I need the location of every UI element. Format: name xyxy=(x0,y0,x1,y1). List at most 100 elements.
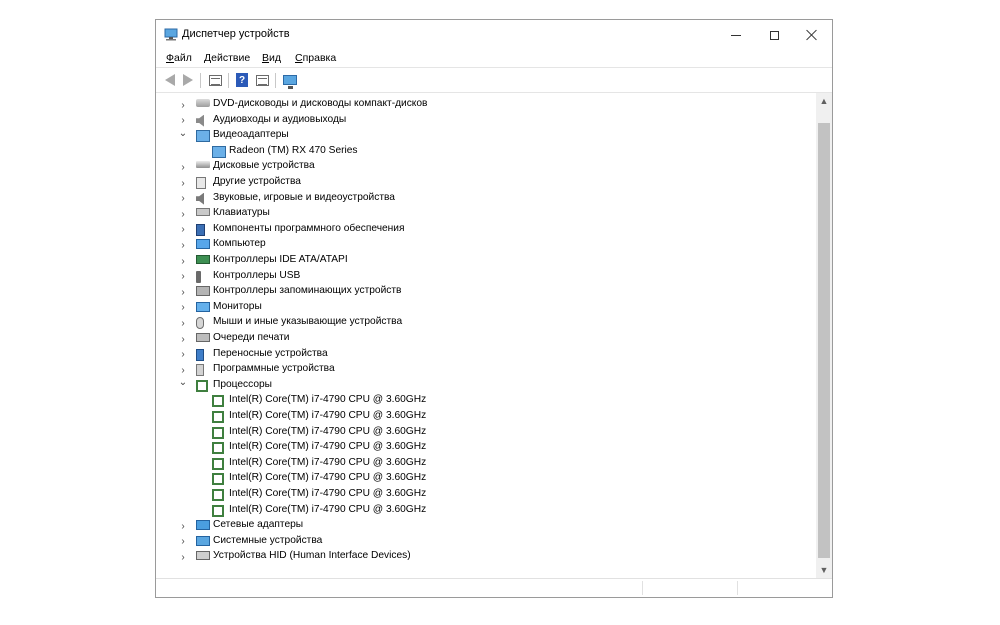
expand-chevron-icon[interactable]: › xyxy=(178,349,188,360)
scroll-up-icon[interactable]: ▲ xyxy=(816,93,832,109)
device-manager-icon xyxy=(164,28,178,41)
audio-io-icon xyxy=(196,114,204,127)
tree-category[interactable]: › Компоненты программного обеспечения xyxy=(156,222,816,238)
tree-item-label: Программные устройства xyxy=(213,363,335,375)
tree-category[interactable]: › Контроллеры IDE ATA/ATAPI xyxy=(156,253,816,269)
tree-category[interactable]: › Звуковые, игровые и видеоустройства xyxy=(156,191,816,207)
expand-chevron-icon[interactable]: › xyxy=(178,256,188,267)
keyboard-icon xyxy=(196,208,210,217)
expand-chevron-icon[interactable]: › xyxy=(178,521,188,532)
status-divider xyxy=(737,581,738,595)
forward-button[interactable] xyxy=(178,71,198,89)
tree-device[interactable]: Intel(R) Core(TM) i7-4790 CPU @ 3.60GHz xyxy=(156,393,816,409)
scroll-down-icon[interactable]: ▼ xyxy=(816,562,832,578)
tree-device[interactable]: Intel(R) Core(TM) i7-4790 CPU @ 3.60GHz xyxy=(156,409,816,425)
ide-controller-icon xyxy=(196,255,210,264)
collapse-chevron-icon[interactable]: ⌄ xyxy=(178,377,188,388)
properties-button[interactable] xyxy=(205,71,225,89)
tree-category[interactable]: › Системные устройства xyxy=(156,534,816,550)
expand-chevron-icon[interactable]: › xyxy=(178,224,188,235)
tree-device[interactable]: Intel(R) Core(TM) i7-4790 CPU @ 3.60GHz xyxy=(156,487,816,503)
tree-category[interactable]: › Программные устройства xyxy=(156,362,816,378)
processor-icon xyxy=(212,442,224,455)
menu-help[interactable]: Справка xyxy=(295,52,336,64)
tree-item-label: Intel(R) Core(TM) i7-4790 CPU @ 3.60GHz xyxy=(229,425,427,437)
mouse-icon xyxy=(196,317,204,330)
expand-chevron-icon[interactable]: › xyxy=(178,162,188,173)
tree-category[interactable]: › Контроллеры запоминающих устройств xyxy=(156,284,816,300)
expand-chevron-icon[interactable]: › xyxy=(178,115,188,126)
tree-category[interactable]: › Другие устройства xyxy=(156,175,816,191)
window-title: Диспетчер устройств xyxy=(182,28,290,40)
dvd-drive-icon xyxy=(196,99,210,107)
toolbar: ? xyxy=(156,67,832,93)
tree-item-label: Компоненты программного обеспечения xyxy=(213,222,405,234)
tree-category[interactable]: › Сетевые адаптеры xyxy=(156,518,816,534)
vertical-scrollbar[interactable]: ▲ ▼ xyxy=(816,93,832,578)
tree-item-label: Очереди печати xyxy=(213,332,290,343)
tree-category[interactable]: ⌄ Видеоадаптеры xyxy=(156,128,816,144)
device-tree: › DVD-дисководы и дисководы компакт-диско… xyxy=(156,93,816,578)
forward-icon xyxy=(183,74,193,86)
expand-chevron-icon[interactable]: › xyxy=(178,536,188,547)
tree-category[interactable]: › Мониторы xyxy=(156,300,816,316)
tree-category[interactable]: › Компьютер xyxy=(156,237,816,253)
scrollbar-thumb[interactable] xyxy=(818,123,830,558)
close-button[interactable] xyxy=(792,20,832,50)
scan-hardware-button[interactable] xyxy=(280,71,300,89)
tree-device[interactable]: Intel(R) Core(TM) i7-4790 CPU @ 3.60GHz xyxy=(156,471,816,487)
show-hidden-button[interactable] xyxy=(252,71,272,89)
menu-file[interactable]: Файл xyxy=(166,52,192,64)
expand-chevron-icon[interactable]: › xyxy=(178,178,188,189)
tree-category[interactable]: › Контроллеры USB xyxy=(156,269,816,285)
expand-chevron-icon[interactable]: › xyxy=(178,365,188,376)
tree-item-label: Видеоадаптеры xyxy=(213,129,289,141)
expand-chevron-icon[interactable]: › xyxy=(178,302,188,313)
minimize-icon xyxy=(731,34,741,36)
collapse-chevron-icon[interactable]: ⌄ xyxy=(178,128,188,139)
processor-icon xyxy=(212,411,224,423)
processor-icon xyxy=(212,426,224,439)
help-button[interactable]: ? xyxy=(232,71,252,89)
expand-chevron-icon[interactable]: › xyxy=(178,318,188,329)
tree-category[interactable]: › Мыши и иные указывающие устройства xyxy=(156,315,816,331)
tree-item-label: Переносные устройства xyxy=(213,347,328,359)
tree-category[interactable]: › Устройства HID (Human Interface Devices… xyxy=(156,549,816,565)
tree-item-label: Контроллеры IDE ATA/ATAPI xyxy=(213,254,348,265)
tree-device[interactable]: Intel(R) Core(TM) i7-4790 CPU @ 3.60GHz xyxy=(156,503,816,519)
expand-chevron-icon[interactable]: › xyxy=(178,552,188,563)
minimize-button[interactable] xyxy=(716,20,756,50)
tree-category[interactable]: › Аудиовходы и аудиовыходы xyxy=(156,113,816,129)
tree-item-label: Intel(R) Core(TM) i7-4790 CPU @ 3.60GHz xyxy=(229,394,427,406)
tree-category[interactable]: ⌄ Процессоры xyxy=(156,377,816,394)
tree-category[interactable]: › Дисковые устройства xyxy=(156,159,816,175)
menu-action[interactable]: Действие xyxy=(204,52,250,64)
expand-chevron-icon[interactable]: › xyxy=(178,334,188,345)
status-divider xyxy=(642,581,643,595)
expand-chevron-icon[interactable]: › xyxy=(178,209,188,220)
maximize-button[interactable] xyxy=(754,20,794,50)
expand-chevron-icon[interactable]: › xyxy=(178,271,188,282)
expand-chevron-icon[interactable]: › xyxy=(178,240,188,251)
tree-device[interactable]: Intel(R) Core(TM) i7-4790 CPU @ 3.60GHz xyxy=(156,440,816,456)
system-device-icon xyxy=(196,535,210,546)
tree-category[interactable]: › Клавиатуры xyxy=(156,206,816,222)
back-button[interactable] xyxy=(160,71,180,89)
menu-view[interactable]: Вид xyxy=(262,52,281,64)
expand-chevron-icon[interactable]: › xyxy=(178,100,188,111)
tree-item-label: Компьютер xyxy=(213,238,266,250)
expand-chevron-icon[interactable]: › xyxy=(178,193,188,204)
tree-category[interactable]: › Очереди печати xyxy=(156,331,816,347)
tree-device[interactable]: Radeon (TM) RX 470 Series xyxy=(156,144,816,160)
tree-item-label: DVD-дисководы и дисководы компакт-дисков xyxy=(213,98,428,109)
tree-device[interactable]: Intel(R) Core(TM) i7-4790 CPU @ 3.60GHz xyxy=(156,456,816,472)
tree-item-label: Процессоры xyxy=(213,378,272,390)
tree-item-label: Дисковые устройства xyxy=(213,160,315,172)
tree-device[interactable]: Intel(R) Core(TM) i7-4790 CPU @ 3.60GHz xyxy=(156,425,816,441)
tree-category[interactable]: › Переносные устройства xyxy=(156,347,816,363)
tree-category[interactable]: › DVD-дисководы и дисководы компакт-диско… xyxy=(156,97,816,113)
tree-item-label: Intel(R) Core(TM) i7-4790 CPU @ 3.60GHz xyxy=(229,441,427,453)
expand-chevron-icon[interactable]: › xyxy=(178,287,188,298)
display-adapter-icon xyxy=(212,145,226,158)
display-adapter-icon xyxy=(196,130,210,143)
